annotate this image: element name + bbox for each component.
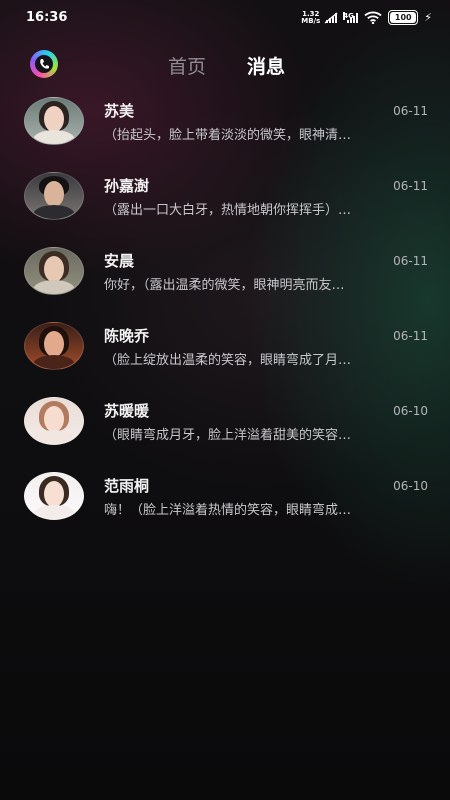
conversation-name: 范雨桐 [104, 477, 150, 495]
conversation-name: 苏暖暖 [104, 402, 150, 420]
conversation-date: 06-10 [393, 479, 428, 493]
avatar[interactable] [24, 172, 84, 220]
app-logo-icon[interactable] [30, 50, 58, 78]
status-bar: 16:36 1.32 MB/s 4G 100 ⚡ [0, 0, 450, 36]
wifi-icon [364, 11, 382, 24]
mute-signal-icon [324, 12, 338, 24]
conversation-preview: （眼睛弯成月牙，脸上洋溢着甜美的笑容… [104, 428, 352, 443]
conversation-item[interactable]: 范雨桐 06-10 嗨！（脸上洋溢着热情的笑容，眼睛弯成… [0, 469, 450, 544]
avatar[interactable] [24, 97, 84, 145]
chat-list-screen: 16:36 1.32 MB/s 4G 100 ⚡ 首页 消息 苏美 06-11 … [0, 0, 450, 800]
conversation-item[interactable]: 陈晚乔 06-11 （脸上绽放出温柔的笑容，眼睛弯成了月… [0, 319, 450, 394]
conversation-preview: 你好，（露出温柔的微笑，眼神明亮而友… [104, 278, 345, 293]
network-speed: 1.32 MB/s [301, 10, 321, 25]
battery-level: 100 [390, 12, 417, 23]
conversation-name: 陈晚乔 [104, 327, 150, 345]
conversation-list: 苏美 06-11 （抬起头，脸上带着淡淡的微笑，眼神清… 孙嘉澍 06-11 （… [0, 94, 450, 544]
top-header: 首页 消息 [0, 44, 450, 84]
conversation-date: 06-11 [393, 329, 428, 343]
conversation-date: 06-11 [393, 179, 428, 193]
conversation-item[interactable]: 孙嘉澍 06-11 （露出一口大白牙，热情地朝你挥挥手）… [0, 169, 450, 244]
conversation-preview: 嗨！（脸上洋溢着热情的笑容，眼睛弯成… [104, 503, 352, 518]
network-speed-unit: MB/s [301, 16, 321, 25]
lightning-icon: ⚡ [424, 11, 432, 24]
conversation-item[interactable]: 苏暖暖 06-10 （眼睛弯成月牙，脸上洋溢着甜美的笑容… [0, 394, 450, 469]
avatar[interactable] [24, 472, 84, 520]
tab-messages[interactable]: 消息 [247, 52, 285, 79]
conversation-item[interactable]: 安晨 06-11 你好，（露出温柔的微笑，眼神明亮而友… [0, 244, 450, 319]
conversation-date: 06-11 [393, 104, 428, 118]
conversation-name: 苏美 [104, 102, 135, 120]
avatar[interactable] [24, 397, 84, 445]
conversation-name: 孙嘉澍 [104, 177, 150, 195]
avatar[interactable] [24, 322, 84, 370]
tab-home[interactable]: 首页 [168, 52, 206, 79]
conversation-date: 06-11 [393, 254, 428, 268]
status-time: 16:36 [26, 10, 68, 25]
conversation-item[interactable]: 苏美 06-11 （抬起头，脸上带着淡淡的微笑，眼神清… [0, 94, 450, 169]
conversation-preview: （露出一口大白牙，热情地朝你挥挥手）… [104, 203, 352, 218]
conversation-preview: （抬起头，脸上带着淡淡的微笑，眼神清… [104, 128, 352, 143]
cell-signal-icon: 4G [343, 12, 359, 23]
conversation-preview: （脸上绽放出温柔的笑容，眼睛弯成了月… [104, 353, 352, 368]
avatar[interactable] [24, 247, 84, 295]
conversation-date: 06-10 [393, 404, 428, 418]
battery-icon: 100 [388, 10, 419, 25]
status-icons: 1.32 MB/s 4G 100 ⚡ [301, 10, 432, 25]
network-type-label: 4G [343, 12, 354, 20]
conversation-name: 安晨 [104, 252, 135, 270]
